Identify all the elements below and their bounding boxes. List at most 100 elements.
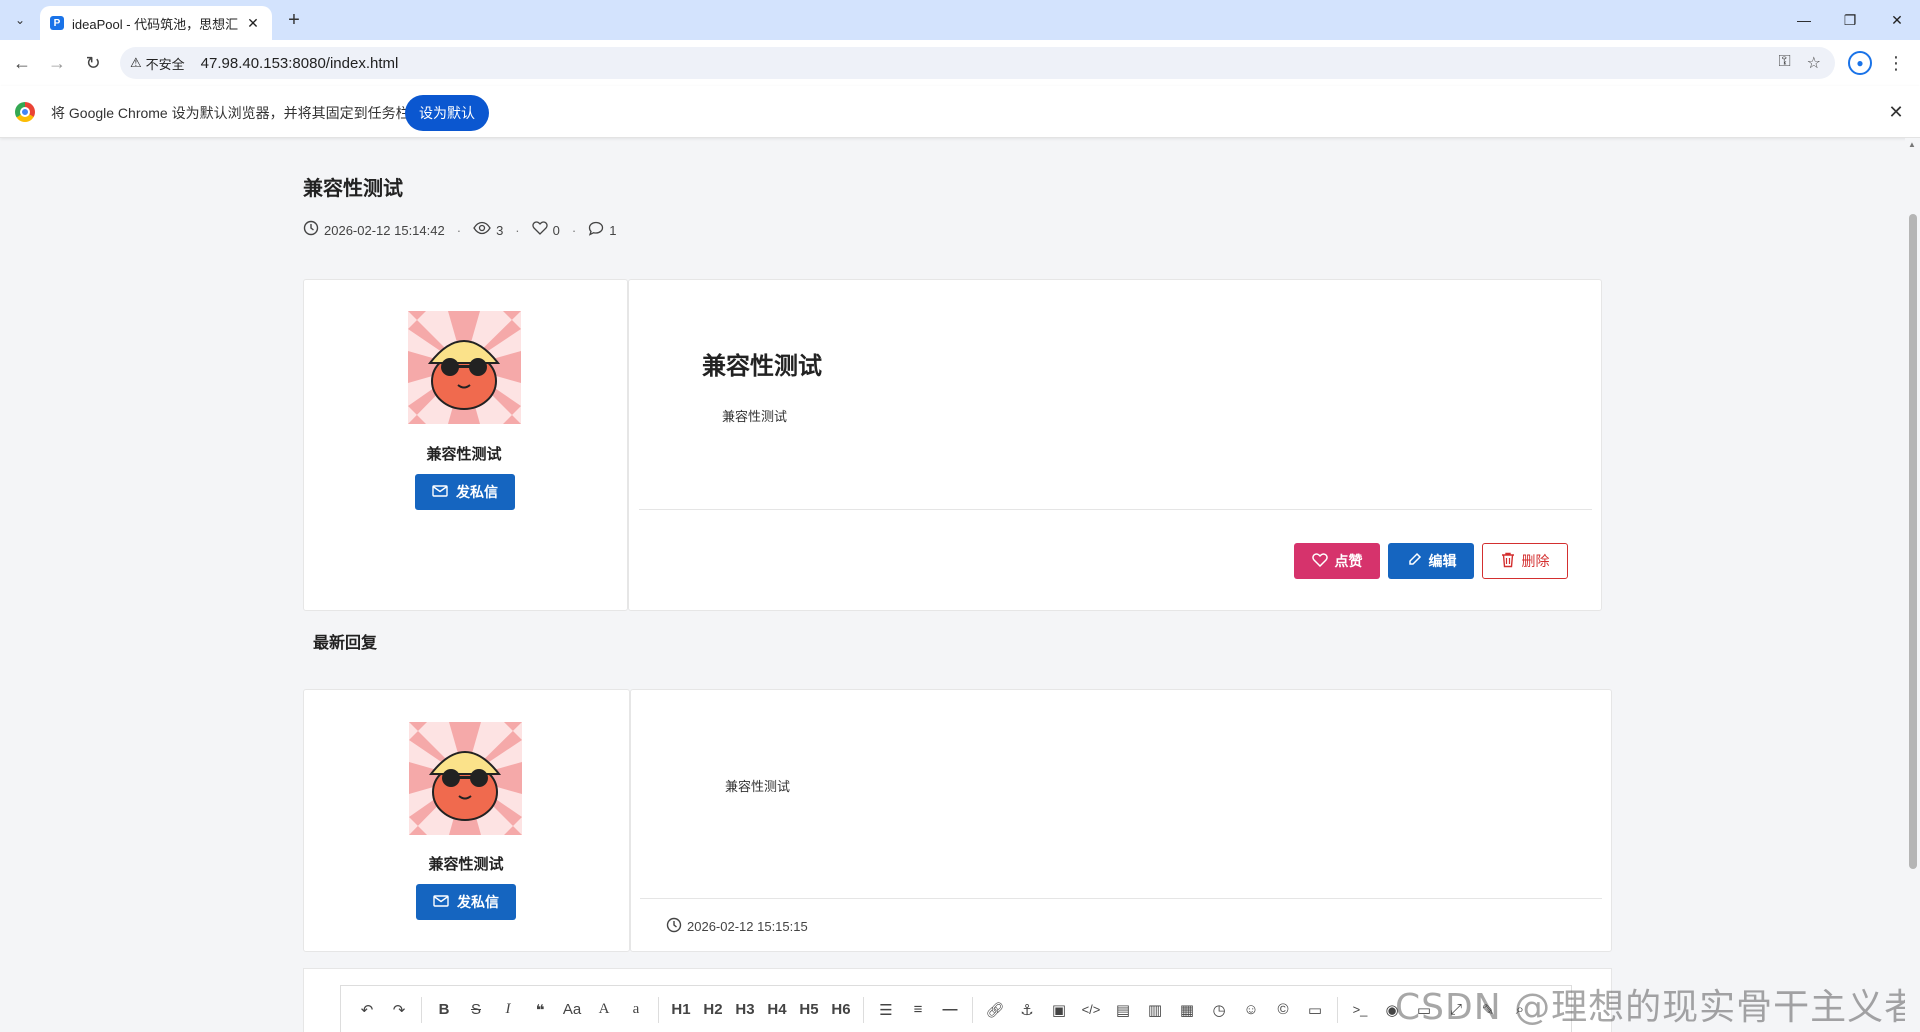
horizontal-rule-icon[interactable]: — (934, 995, 966, 1025)
back-icon[interactable]: ← (8, 49, 36, 77)
edit-label: 编辑 (1428, 553, 1457, 569)
send-message-button[interactable]: 发私信 (415, 474, 515, 510)
code-block-icon[interactable]: ▤ (1107, 995, 1139, 1025)
default-browser-infobar: 将 Google Chrome 设为默认浏览器，并将其固定到任务栏 设为默认 ✕ (0, 86, 1920, 138)
post-datetime-text: 2026-02-12 15:14:42 (324, 222, 445, 238)
url-text[interactable]: 47.98.40.153:8080/index.html (201, 55, 399, 72)
reply-send-message-button[interactable]: 发私信 (416, 884, 516, 920)
set-default-button[interactable]: 设为默认 (405, 95, 489, 131)
lowercase-icon[interactable]: a (620, 995, 652, 1025)
reply-datetime-text: 2026-02-12 15:15:15 (687, 919, 808, 934)
reload-icon[interactable]: ↻ (79, 49, 107, 77)
code-icon[interactable]: </> (1075, 995, 1107, 1025)
heading5-button[interactable]: H5 (793, 995, 825, 1025)
tab-search-icon[interactable]: ⌄ (8, 8, 32, 32)
reply-divider (640, 898, 1602, 899)
preformatted-icon[interactable]: ▥ (1139, 995, 1171, 1025)
minimize-icon[interactable]: — (1781, 0, 1827, 40)
security-indicator[interactable]: ⚠ 不安全 (130, 54, 185, 73)
terminal-icon[interactable]: >_ (1344, 995, 1376, 1025)
comments-count: 1 (609, 222, 617, 238)
heart-icon (531, 221, 548, 239)
link-icon[interactable]: 🔗︎ (979, 995, 1011, 1025)
toolbar-separator (863, 996, 864, 1023)
toolbar-separator (421, 996, 422, 1023)
unordered-list-icon[interactable]: ☰ (870, 995, 902, 1025)
clock-icon (666, 917, 682, 936)
reply-author-name[interactable]: 兼容性测试 (366, 853, 566, 874)
likes-count: 0 (552, 222, 560, 238)
anchor-icon[interactable]: ⚓︎ (1011, 995, 1043, 1025)
undo-icon[interactable]: ↶ (351, 995, 383, 1025)
heading3-button[interactable]: H3 (729, 995, 761, 1025)
toolbar-separator (1337, 996, 1338, 1023)
page-title: 兼容性测试 (303, 178, 403, 200)
new-tab-icon[interactable]: + (282, 8, 306, 32)
heading6-button[interactable]: H6 (825, 995, 857, 1025)
views-count: 3 (496, 222, 504, 238)
tab-title: ideaPool - 代码筑池，思想汇 (72, 16, 239, 32)
scroll-up-icon[interactable]: ▲ (1908, 140, 1916, 149)
reply-content-card (630, 689, 1612, 952)
active-tab[interactable]: P ideaPool - 代码筑池，思想汇 ✕ (40, 6, 272, 40)
strikethrough-icon[interactable]: S (460, 995, 492, 1025)
delete-button[interactable]: 删除 (1482, 543, 1568, 579)
uppercase-icon[interactable]: A (588, 995, 620, 1025)
more-menu-icon[interactable]: ⋮ (1884, 49, 1908, 77)
author-avatar[interactable] (408, 311, 521, 424)
trash-icon (1501, 552, 1515, 571)
emoji-icon[interactable]: ☺ (1235, 995, 1267, 1025)
quote-icon[interactable]: ❝ (524, 995, 556, 1025)
toolbar-separator (972, 996, 973, 1023)
image-icon[interactable]: ▣ (1043, 995, 1075, 1025)
bookmark-star-icon[interactable]: ☆ (1807, 53, 1821, 73)
reply-datetime: 2026-02-12 15:15:15 (666, 917, 808, 936)
editor-toolbar: ↶ ↷ B S I ❝ Aa A a H1 H2 H3 H4 H5 H6 ☰ ≡… (340, 985, 1572, 1032)
password-key-icon[interactable]: ⚿ (1778, 53, 1790, 73)
post-views: 3 (473, 221, 503, 239)
tab-strip: ⌄ P ideaPool - 代码筑池，思想汇 ✕ + — ❐ ✕ (0, 0, 1920, 40)
profile-avatar-icon[interactable]: ● (1848, 51, 1872, 75)
post-body: 兼容性测试 (722, 409, 788, 424)
heart-icon (1311, 552, 1328, 570)
tab-close-icon[interactable]: ✕ (244, 15, 262, 32)
author-name[interactable]: 兼容性测试 (364, 443, 564, 464)
site-favicon-icon: P (50, 16, 64, 30)
meta-separator: · (456, 222, 462, 238)
heading1-button[interactable]: H1 (665, 995, 697, 1025)
post-comments: 1 (588, 221, 616, 240)
redo-icon[interactable]: ↷ (383, 995, 415, 1025)
chrome-logo-icon (15, 102, 35, 122)
browser-toolbar: ← → ↻ ⚠ 不安全 47.98.40.153:8080/index.html… (0, 40, 1920, 86)
comment-icon (588, 221, 604, 240)
edit-button[interactable]: 编辑 (1388, 543, 1474, 579)
send-message-label: 发私信 (456, 484, 498, 500)
italic-icon[interactable]: I (492, 995, 524, 1025)
case-toggle-icon[interactable]: Aa (556, 995, 588, 1025)
infobar-close-icon[interactable]: ✕ (1884, 100, 1908, 124)
reply-body: 兼容性测试 (725, 779, 791, 794)
address-bar[interactable]: ⚠ 不安全 47.98.40.153:8080/index.html ⚿ ☆ (120, 47, 1835, 79)
window-close-icon[interactable]: ✕ (1874, 0, 1920, 40)
forward-icon[interactable]: → (43, 49, 71, 77)
datetime-icon[interactable]: ◷ (1203, 995, 1235, 1025)
heading4-button[interactable]: H4 (761, 995, 793, 1025)
like-label: 点赞 (1334, 553, 1363, 569)
table-icon[interactable]: ▦ (1171, 995, 1203, 1025)
like-button[interactable]: 点赞 (1294, 543, 1380, 579)
heading2-button[interactable]: H2 (697, 995, 729, 1025)
reply-author-avatar[interactable] (409, 722, 522, 835)
post-meta: 2026-02-12 15:14:42 · 3 · 0 · 1 (303, 220, 616, 240)
pagebreak-icon[interactable]: ▭ (1299, 995, 1331, 1025)
csdn-watermark: CSDN @理想的现实骨干主义者 (1395, 987, 1920, 1028)
restore-icon[interactable]: ❐ (1827, 0, 1873, 40)
html-entities-icon[interactable]: © (1267, 995, 1299, 1025)
infobar-message: 将 Google Chrome 设为默认浏览器，并将其固定到任务栏 (51, 105, 410, 121)
scroll-thumb[interactable] (1909, 214, 1917, 869)
toolbar-separator (658, 996, 659, 1023)
page-scrollbar[interactable]: ▲ (1905, 138, 1920, 1032)
reply-send-message-label: 发私信 (457, 894, 499, 910)
mail-icon (433, 894, 449, 910)
bold-icon[interactable]: B (428, 995, 460, 1025)
ordered-list-icon[interactable]: ≡ (902, 995, 934, 1025)
